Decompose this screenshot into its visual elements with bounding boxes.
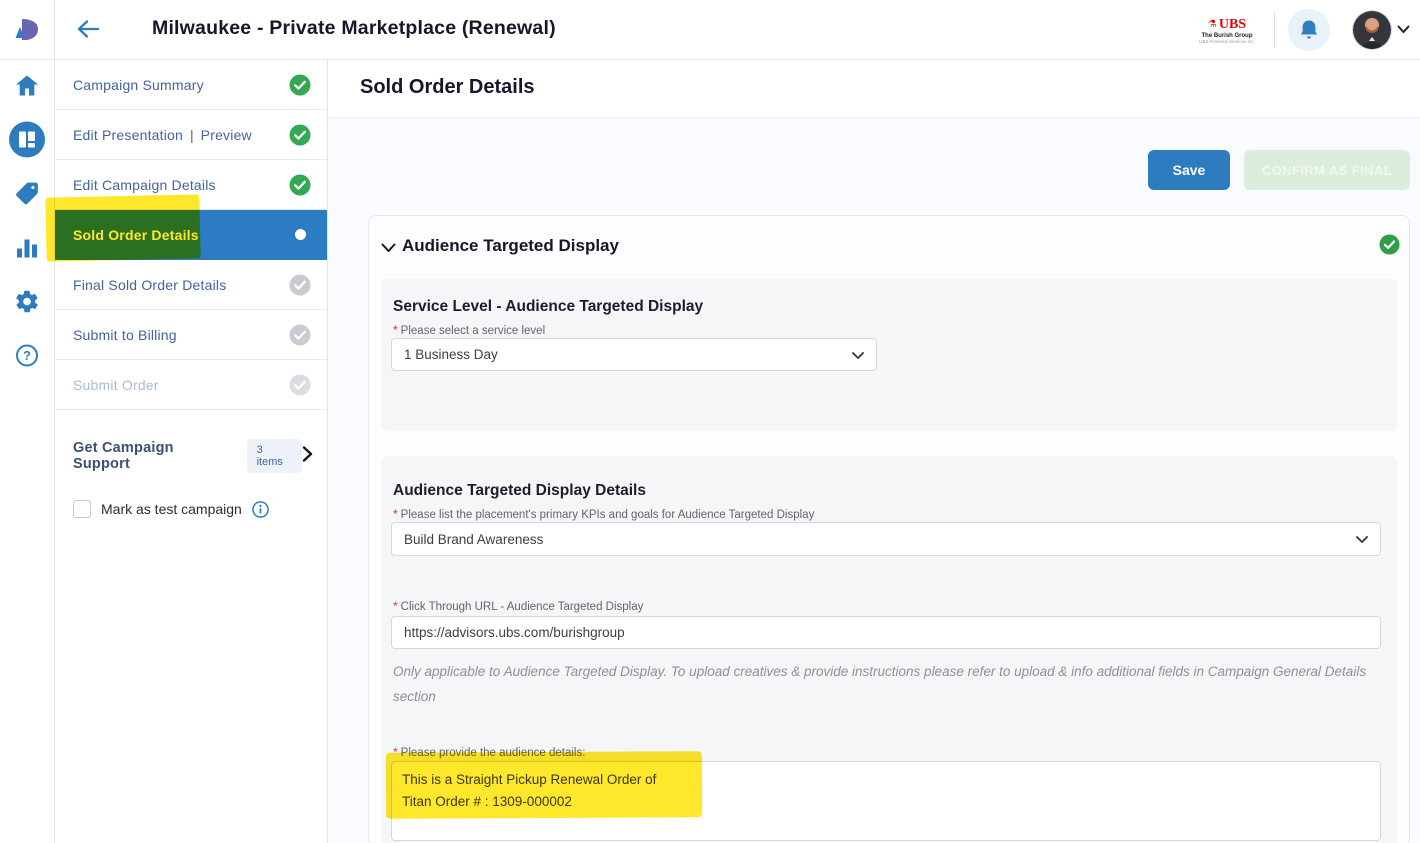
upload-note-text: Only applicable to Audience Targeted Dis… bbox=[393, 659, 1373, 709]
save-button[interactable]: Save bbox=[1148, 150, 1230, 190]
chevron-down-icon bbox=[1397, 25, 1410, 34]
sidebar-item-sold-order-details[interactable]: Sold Order Details bbox=[55, 210, 327, 260]
home-icon[interactable] bbox=[15, 75, 39, 102]
page-title-bar: Sold Order Details bbox=[328, 60, 1420, 118]
kpi-value: Build Brand Awareness bbox=[404, 532, 543, 547]
collapse-chevron-icon[interactable] bbox=[381, 240, 396, 258]
header-divider bbox=[1274, 12, 1275, 48]
support-items-badge: 3 items bbox=[247, 439, 302, 473]
sidebar-item-submit-to-billing[interactable]: Submit to Billing bbox=[55, 310, 327, 360]
section-header[interactable]: Audience Targeted Display bbox=[369, 216, 1409, 279]
content-area: Save CONFIRM AS FINAL Audience Targeted … bbox=[328, 118, 1420, 843]
preview-link[interactable]: Preview bbox=[201, 127, 252, 143]
back-arrow-icon bbox=[75, 17, 101, 41]
icon-rail: ? bbox=[0, 60, 55, 843]
click-through-url-label: *Click Through URL - Audience Targeted D… bbox=[393, 599, 643, 613]
bell-icon bbox=[1299, 19, 1319, 41]
help-icon[interactable]: ? bbox=[15, 344, 39, 373]
service-level-heading: Service Level - Audience Targeted Displa… bbox=[393, 298, 703, 316]
audience-details-label: *Please provide the audience details: bbox=[393, 745, 585, 759]
confirm-as-final-button[interactable]: CONFIRM AS FINAL bbox=[1244, 150, 1410, 190]
campaign-title: Milwaukee - Private Marketplace (Renewal… bbox=[152, 17, 556, 40]
active-step-dot bbox=[295, 229, 311, 240]
sidebar-item-campaign-summary[interactable]: Campaign Summary bbox=[55, 60, 327, 110]
check-incomplete-icon bbox=[289, 274, 311, 296]
chevron-right-icon bbox=[302, 446, 313, 467]
details-heading: Audience Targeted Display Details bbox=[393, 482, 646, 500]
gear-icon[interactable] bbox=[14, 289, 40, 320]
service-level-label: *Please select a service level bbox=[393, 323, 545, 337]
kpi-label: *Please list the placement's primary KPI… bbox=[393, 507, 814, 521]
click-through-url-input[interactable] bbox=[391, 616, 1381, 649]
check-complete-icon bbox=[289, 174, 311, 196]
kpi-select[interactable]: Build Brand Awareness bbox=[391, 522, 1381, 556]
app-logo[interactable] bbox=[0, 0, 55, 60]
details-panel: Audience Targeted Display Details *Pleas… bbox=[381, 456, 1397, 843]
check-disabled-icon bbox=[289, 374, 311, 396]
app-window: Milwaukee - Private Marketplace (Renewal… bbox=[0, 0, 1420, 843]
audience-targeted-display-card: Audience Targeted Display Service Level … bbox=[368, 215, 1410, 843]
ubs-keys-icon: ⚗ bbox=[1208, 20, 1217, 31]
section-complete-check-icon bbox=[1379, 234, 1400, 260]
ubs-brand-text: UBS bbox=[1219, 18, 1246, 33]
notifications-button[interactable] bbox=[1288, 9, 1330, 51]
ubs-subtext: UBS Financial Services Inc. bbox=[1194, 40, 1260, 45]
adcellerant-logo-icon bbox=[12, 17, 42, 43]
audience-details-textarea[interactable]: This is a Straight Pickup Renewal Order … bbox=[391, 761, 1381, 841]
main-area: Sold Order Details Save CONFIRM AS FINAL… bbox=[328, 60, 1420, 843]
sidebar-item-final-sold-order-details[interactable]: Final Sold Order Details bbox=[55, 260, 327, 310]
dashboard-icon[interactable] bbox=[8, 121, 46, 164]
tag-icon[interactable] bbox=[14, 181, 40, 212]
user-avatar[interactable] bbox=[1352, 10, 1392, 50]
service-level-panel: Service Level - Audience Targeted Displa… bbox=[381, 279, 1397, 431]
section-title: Audience Targeted Display bbox=[402, 236, 619, 256]
dropdown-chevron-icon bbox=[1356, 532, 1368, 547]
check-complete-icon bbox=[289, 124, 311, 146]
account-menu-chevron[interactable] bbox=[1397, 21, 1410, 39]
service-level-select[interactable]: 1 Business Day bbox=[391, 338, 877, 371]
test-campaign-row: Mark as test campaign bbox=[55, 494, 327, 524]
svg-text:?: ? bbox=[23, 348, 31, 363]
required-marker: * bbox=[393, 323, 398, 337]
info-icon[interactable] bbox=[252, 501, 269, 518]
top-header: Milwaukee - Private Marketplace (Renewal… bbox=[0, 0, 1420, 60]
avatar-photo bbox=[1353, 11, 1391, 49]
check-complete-icon bbox=[289, 74, 311, 96]
check-incomplete-icon bbox=[289, 324, 311, 346]
campaign-steps-sidebar: Campaign Summary Edit Presentation | Pre… bbox=[55, 60, 328, 843]
header-right-group: ⚗ UBS The Burish Group UBS Financial Ser… bbox=[1194, 0, 1412, 60]
sidebar-item-edit-campaign-details[interactable]: Edit Campaign Details bbox=[55, 160, 327, 210]
service-level-value: 1 Business Day bbox=[404, 347, 498, 362]
mark-as-test-checkbox[interactable] bbox=[73, 500, 91, 518]
sidebar-item-submit-order: Submit Order bbox=[55, 360, 327, 410]
back-button[interactable] bbox=[74, 17, 102, 43]
ubs-logo: ⚗ UBS The Burish Group UBS Financial Ser… bbox=[1194, 16, 1260, 45]
get-campaign-support-button[interactable]: Get Campaign Support 3 items bbox=[55, 430, 327, 482]
page-title: Sold Order Details bbox=[360, 76, 535, 99]
dropdown-chevron-icon bbox=[852, 347, 864, 362]
sidebar-item-edit-presentation[interactable]: Edit Presentation | Preview bbox=[55, 110, 327, 160]
bar-chart-icon[interactable] bbox=[15, 237, 39, 264]
